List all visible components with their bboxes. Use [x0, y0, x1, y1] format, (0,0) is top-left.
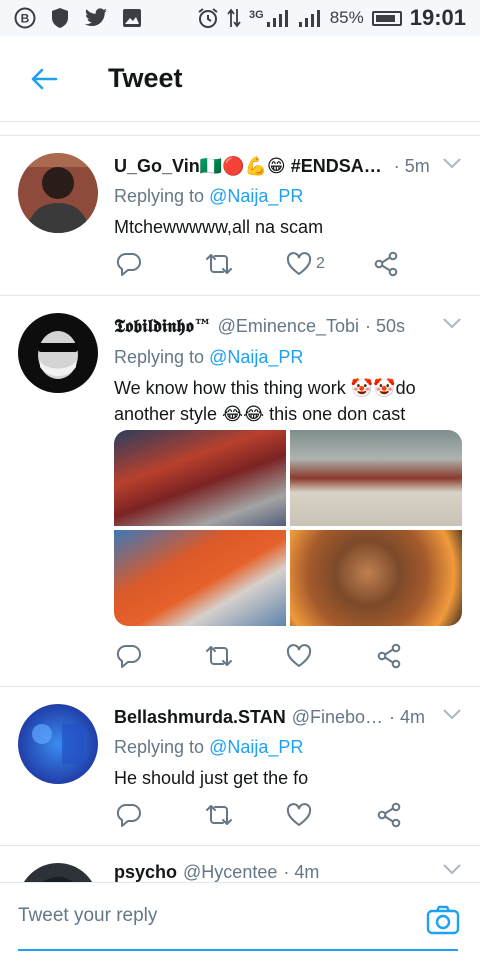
network-type: 3G: [249, 9, 264, 21]
brand-circle-icon: B: [14, 7, 36, 29]
system-status: 3G 85% 19:01: [197, 5, 466, 31]
tweet-actions: [114, 800, 404, 830]
tweet-text: We know how this thing work 🤡🤡do another…: [114, 378, 416, 424]
avatar-image: [18, 153, 98, 233]
avatar[interactable]: [18, 153, 98, 233]
retweet-button[interactable]: [204, 249, 234, 279]
tweet-actions: 2: [114, 249, 401, 279]
like-button[interactable]: [284, 249, 314, 279]
tweet-item[interactable]: 𝕿𝖔𝖇𝖎𝖑𝖉𝖎𝖓𝖍𝖔™ @Eminence_Tobi · 50s Replyin…: [0, 296, 480, 687]
share-icon: [374, 251, 398, 277]
author-name[interactable]: 𝕿𝖔𝖇𝖎𝖑𝖉𝖎𝖓𝖍𝖔™: [114, 315, 212, 339]
mention-link[interactable]: @Naija_PR: [209, 347, 303, 367]
battery-percent: 85%: [329, 8, 364, 27]
divider: [0, 122, 480, 136]
avatar-image: [18, 704, 98, 784]
svg-text:B: B: [21, 12, 30, 26]
tweet-item[interactable]: Bellashmurda.STAN @Finebo… · 4m Replying…: [0, 687, 480, 846]
replying-label: Replying to: [114, 186, 210, 206]
chevron-down-icon[interactable]: [442, 862, 462, 876]
notification-icons: B: [14, 7, 142, 29]
replying-to: Replying to @Naija_PR: [114, 345, 464, 369]
replying-to: Replying to @Naija_PR: [114, 735, 464, 759]
author-handle[interactable]: @Eminence_Tobi: [218, 314, 359, 338]
battery-icon: [371, 10, 402, 26]
reply-icon: [116, 252, 141, 276]
like-button[interactable]: [284, 641, 314, 671]
mention-link[interactable]: @Naija_PR: [209, 186, 303, 206]
share-icon: [377, 802, 401, 828]
alarm-icon: [198, 8, 218, 28]
media-photo-1[interactable]: [114, 430, 286, 526]
share-icon: [377, 643, 401, 669]
retweet-button[interactable]: [204, 641, 234, 671]
tweet-time: · 50s: [365, 316, 406, 336]
media-photo-3[interactable]: [114, 530, 286, 626]
like-button[interactable]: [284, 800, 314, 830]
twitter-bird-icon: [85, 8, 107, 27]
reply-icon: [116, 803, 141, 827]
app-header: Tweet: [0, 36, 480, 122]
replying-to: Replying to @Naija_PR: [114, 184, 464, 208]
heart-icon: [286, 644, 312, 667]
reply-input[interactable]: [18, 883, 458, 951]
reply-button[interactable]: [114, 641, 144, 671]
share-button[interactable]: [374, 800, 404, 830]
reply-icon: [116, 644, 141, 668]
data-arrows-icon: [227, 8, 241, 28]
replying-label: Replying to: [114, 737, 210, 757]
tweet-time: · 4m: [389, 707, 426, 727]
heart-icon: [286, 252, 312, 275]
chevron-down-icon[interactable]: [442, 156, 462, 170]
avatar[interactable]: [18, 863, 98, 882]
retweet-button[interactable]: [204, 800, 234, 830]
retweet-icon: [206, 646, 232, 666]
reply-bar: [0, 882, 480, 960]
author-name[interactable]: psycho: [114, 860, 177, 882]
share-button[interactable]: [371, 249, 401, 279]
shield-icon: [52, 8, 68, 28]
media-grid: [114, 430, 462, 626]
mention-link[interactable]: @Naija_PR: [209, 737, 303, 757]
image-icon: [123, 9, 141, 27]
media-photo-2[interactable]: [290, 430, 462, 526]
avatar[interactable]: [18, 704, 98, 784]
author-name[interactable]: U_Go_Vin🇳🇬🔴💪😁 #ENDSA…: [114, 154, 382, 178]
signal-icon: [266, 10, 288, 27]
share-button[interactable]: [374, 641, 404, 671]
clock: 19:01: [409, 5, 466, 30]
like-count: 2: [316, 255, 325, 272]
signal-2-icon: [298, 10, 320, 27]
page-title: Tweet: [108, 63, 183, 93]
tweet-time: · 5m: [393, 156, 430, 176]
chevron-down-icon[interactable]: [442, 316, 462, 330]
retweet-icon: [206, 805, 232, 825]
avatar-image: [18, 313, 98, 393]
author-name[interactable]: Bellashmurda.STAN: [114, 705, 286, 729]
tweet-actions: [114, 641, 404, 671]
tweet-item[interactable]: psycho @Hycentee · 4m: [0, 846, 480, 882]
reply-button[interactable]: [114, 800, 144, 830]
arrow-left-icon: [31, 68, 58, 89]
chevron-down-icon[interactable]: [442, 707, 462, 721]
author-handle[interactable]: @Finebo…: [292, 705, 383, 729]
tweet-time: · 4m: [283, 862, 320, 882]
tweet-text: Mtchewwwww,all na scam: [114, 217, 324, 237]
tweet-item[interactable]: U_Go_Vin🇳🇬🔴💪😁 #ENDSA… · 5m Replying to @…: [0, 136, 480, 296]
avatar[interactable]: [18, 313, 98, 393]
author-handle[interactable]: @Hycentee: [183, 860, 277, 882]
tweet-text: He should just get the fo: [114, 768, 309, 788]
status-bar: B 3G 85% 19:01: [0, 0, 480, 36]
retweet-icon: [206, 254, 232, 274]
avatar-image: [18, 863, 98, 882]
replying-label: Replying to: [114, 347, 210, 367]
camera-icon[interactable]: [426, 905, 460, 935]
reply-button[interactable]: [114, 249, 144, 279]
heart-icon: [286, 803, 312, 826]
back-button[interactable]: [22, 57, 66, 101]
media-photo-4[interactable]: [290, 530, 462, 626]
